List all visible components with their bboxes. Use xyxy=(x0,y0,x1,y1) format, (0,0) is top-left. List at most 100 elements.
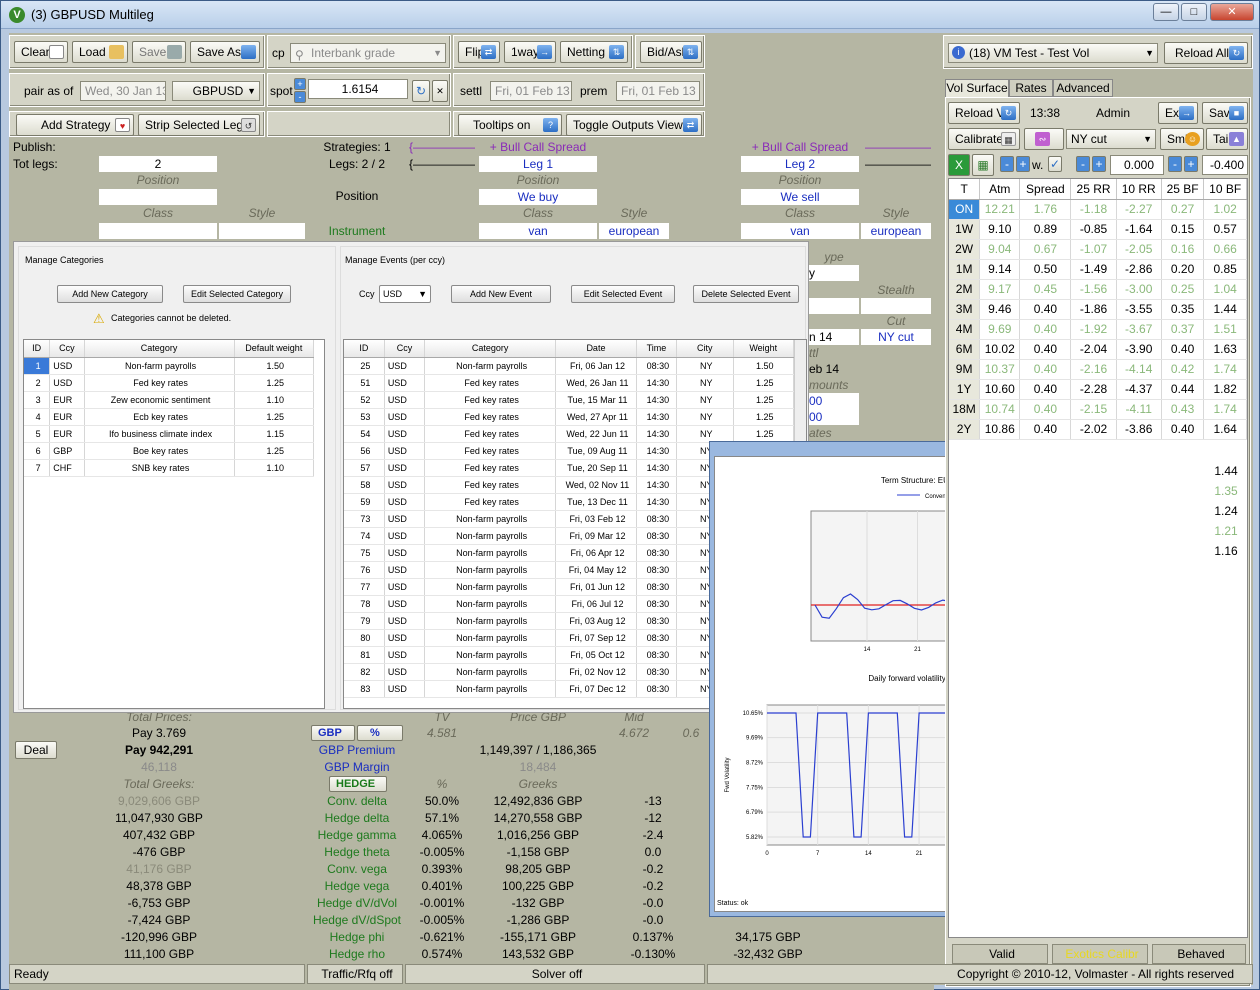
column-header[interactable]: Category xyxy=(84,340,235,358)
vol-row[interactable]: 1M 9.14 0.50 -1.49 -2.86 0.20 0.85 xyxy=(949,259,1247,280)
vol-cell[interactable]: 0.40 xyxy=(1161,339,1205,360)
amount-cell-1[interactable]: 00 xyxy=(809,393,859,409)
vol-cell[interactable]: 1.64 xyxy=(1203,419,1247,440)
type-cell[interactable]: y xyxy=(809,265,859,281)
edit-category-button[interactable]: Edit Selected Category xyxy=(183,285,291,303)
vol-cell[interactable]: 1.24 xyxy=(1205,501,1247,521)
tooltips-button[interactable]: Tooltips on? xyxy=(458,114,562,136)
vol-cell[interactable]: -2.05 xyxy=(1116,239,1162,260)
vol-cell[interactable]: 9.14 xyxy=(979,259,1021,280)
vol-cell[interactable]: 0.40 xyxy=(1019,319,1072,340)
vol-cell[interactable]: -2.28 xyxy=(1070,379,1117,400)
vol-cell[interactable]: 10.86 xyxy=(979,419,1021,440)
table-row[interactable]: 52 USD Fed key rates Tue, 15 Mar 11 14:30 NY 1… xyxy=(344,391,795,409)
column-header[interactable]: ID xyxy=(24,340,51,358)
vol-row[interactable]: 9M 10.37 0.40 -2.16 -4.14 0.42 1.74 xyxy=(949,359,1247,380)
vol-cell[interactable]: 1.35 xyxy=(1205,481,1247,501)
vol-cell[interactable]: -2.15 xyxy=(1070,399,1117,420)
column-header[interactable]: City xyxy=(676,340,734,358)
edit-event-button[interactable]: Edit Selected Event xyxy=(571,285,675,303)
vol-cell[interactable]: -2.27 xyxy=(1116,199,1162,220)
vol-row[interactable]: 2W 9.04 0.67 -1.07 -2.05 0.16 0.66 xyxy=(949,239,1247,260)
leg1-header[interactable]: Leg 1 xyxy=(479,156,597,172)
vol-cell[interactable]: 1.76 xyxy=(1019,199,1072,220)
clear-button[interactable]: Clear xyxy=(14,41,68,63)
settl-field[interactable]: Fri, 01 Feb 13 xyxy=(490,81,572,101)
table-row[interactable]: 6 GBP Boe key rates 1.25 xyxy=(24,442,315,460)
vol-row[interactable]: 4M 9.69 0.40 -1.92 -3.67 0.37 1.51 xyxy=(949,319,1247,340)
flip-button[interactable]: Flip ⇄ xyxy=(458,41,500,63)
vol-cell[interactable]: 0.20 xyxy=(1161,259,1205,280)
leg2-position[interactable]: We sell xyxy=(741,189,859,205)
expiry-cell[interactable]: n 14 xyxy=(809,329,859,345)
delete-event-button[interactable]: Delete Selected Event xyxy=(693,285,799,303)
vol-cell[interactable]: 10.60 xyxy=(979,379,1021,400)
vol-cell[interactable]: 0.85 xyxy=(1203,259,1247,280)
table-row[interactable]: 2 USD Fed key rates 1.25 xyxy=(24,374,315,392)
date-field[interactable]: Wed, 30 Jan 13 xyxy=(80,81,166,101)
vol-cell[interactable]: -1.92 xyxy=(1070,319,1117,340)
column-header[interactable]: ID xyxy=(344,340,385,358)
vol-cell[interactable]: 1.16 xyxy=(1205,541,1247,561)
vol-cell[interactable]: -2.02 xyxy=(1070,419,1117,440)
vol-cell[interactable]: 0.40 xyxy=(1019,419,1072,440)
vol-cell[interactable]: -1.07 xyxy=(1070,239,1117,260)
deal-button[interactable]: Deal xyxy=(15,741,57,759)
vol-cell[interactable]: -4.14 xyxy=(1116,359,1162,380)
w-minus-button[interactable]: - xyxy=(1000,156,1014,172)
sml-button[interactable]: Sml ☺ xyxy=(1160,128,1204,150)
leg1-position[interactable]: We buy xyxy=(479,189,597,205)
toggle-outputs-button[interactable]: Toggle Outputs View ⇄ xyxy=(566,114,702,136)
vol-cell[interactable]: 0.50 xyxy=(1019,259,1072,280)
val2-plus-button[interactable]: + xyxy=(1184,156,1198,172)
bidask-button[interactable]: Bid/Ask ⇅ xyxy=(640,41,702,63)
refresh-spot-button[interactable]: ↻ xyxy=(412,80,430,102)
maximize-button[interactable]: □ xyxy=(1181,3,1207,21)
vol-cell[interactable]: -1.18 xyxy=(1070,199,1117,220)
table-row[interactable]: 54 USD Fed key rates Wed, 22 Jun 11 14:30 NY 1… xyxy=(344,425,795,443)
vol-cell[interactable]: 0.66 xyxy=(1203,239,1247,260)
leg1-style[interactable]: european xyxy=(599,223,669,239)
vol-cell[interactable]: -3.67 xyxy=(1116,319,1162,340)
prem-field[interactable]: Fri, 01 Feb 13 xyxy=(616,81,700,101)
vol-cell[interactable]: 0.35 xyxy=(1161,299,1205,320)
save-button[interactable]: Save xyxy=(132,41,186,63)
vol-cell[interactable]: -2.86 xyxy=(1116,259,1162,280)
vol-cell[interactable]: 1.74 xyxy=(1203,399,1247,420)
export-button[interactable]: Exp → xyxy=(1158,102,1198,124)
vol-cell[interactable]: 0.40 xyxy=(1019,339,1072,360)
table-row[interactable]: 5 EUR Ifo business climate index 1.15 xyxy=(24,425,315,443)
spot-up-button[interactable]: + xyxy=(294,78,306,90)
column-header[interactable]: Default weight xyxy=(234,340,315,358)
leg2-class[interactable]: van xyxy=(741,223,859,239)
vol-cell[interactable]: -1.64 xyxy=(1116,219,1162,240)
vol-cell[interactable]: 0.40 xyxy=(1161,419,1205,440)
minimize-button[interactable]: — xyxy=(1153,3,1179,21)
column-header[interactable]: Date xyxy=(555,340,637,358)
hedge-button[interactable]: HEDGE xyxy=(329,776,387,792)
vol-row[interactable]: 6M 10.02 0.40 -2.04 -3.90 0.40 1.63 xyxy=(949,339,1247,360)
val1-field[interactable]: 0.000 xyxy=(1110,155,1164,175)
excel-button[interactable]: X xyxy=(948,154,970,176)
oneway-button[interactable]: 1way → xyxy=(504,41,556,63)
leg2-style[interactable]: european xyxy=(861,223,931,239)
cut-select[interactable]: NY cut ▼ xyxy=(1066,129,1156,149)
column-header[interactable]: Ccy xyxy=(384,340,426,358)
vol-cell[interactable]: -4.11 xyxy=(1116,399,1162,420)
reload-all-button[interactable]: Reload All ↻ xyxy=(1164,42,1248,64)
tab-rates[interactable]: Rates xyxy=(1009,79,1053,97)
close-button[interactable]: ✕ xyxy=(1210,3,1254,21)
vol-cell[interactable]: 0.37 xyxy=(1161,319,1205,340)
vol-cell[interactable]: 0.67 xyxy=(1019,239,1072,260)
val2-field[interactable]: -0.400 xyxy=(1202,155,1248,175)
vol-cell[interactable]: -1.49 xyxy=(1070,259,1117,280)
vol-cell[interactable]: 10.74 xyxy=(979,399,1021,420)
vol-cell[interactable]: 0.16 xyxy=(1161,239,1205,260)
w-check-button[interactable]: ✓ xyxy=(1048,156,1062,172)
vol-cell[interactable]: -2.04 xyxy=(1070,339,1117,360)
workspace-select[interactable]: i (18) VM Test - Test Vol ▼ xyxy=(948,43,1158,63)
vol-cell[interactable]: -3.90 xyxy=(1116,339,1162,360)
tab-vol-surface[interactable]: Vol Surface xyxy=(945,79,1009,97)
vol-cell[interactable]: 10.37 xyxy=(979,359,1021,380)
vol-cell[interactable]: -1.86 xyxy=(1070,299,1117,320)
